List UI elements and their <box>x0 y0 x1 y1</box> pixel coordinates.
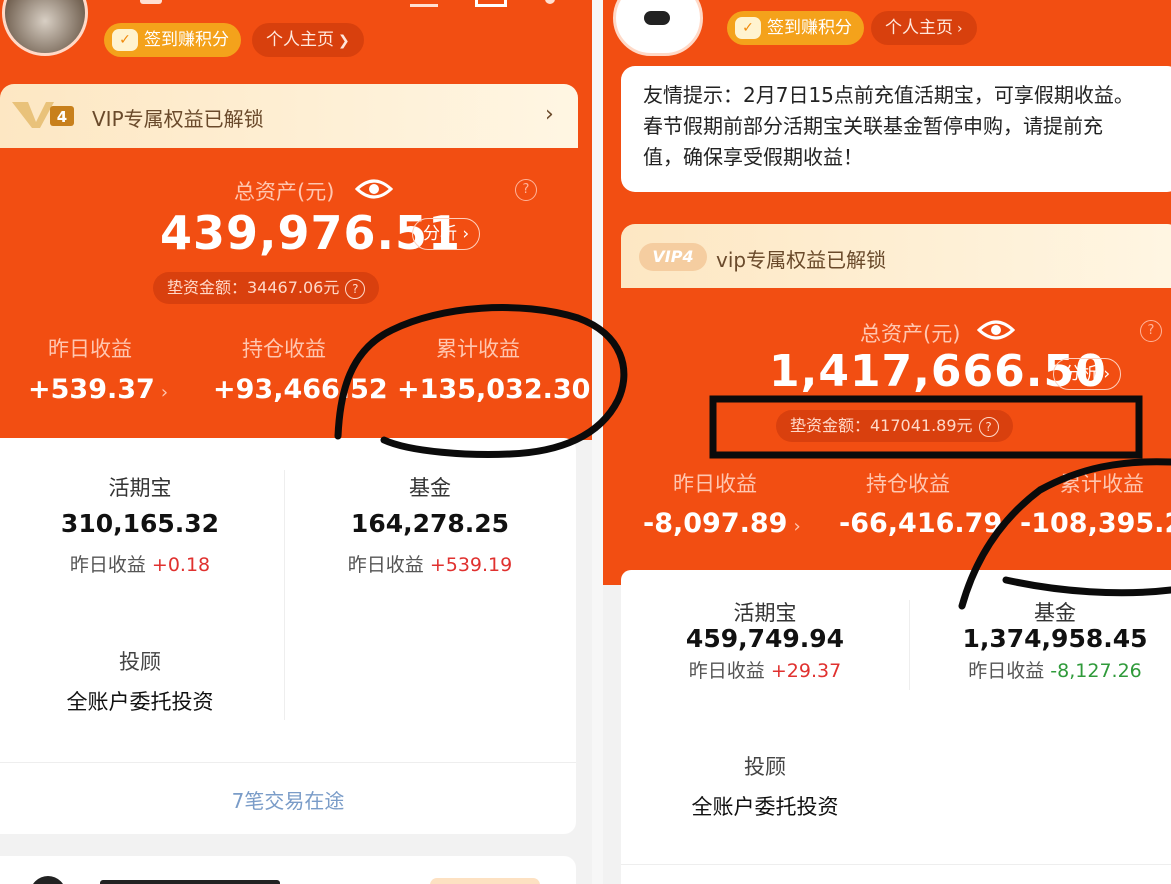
stat-cumulative[interactable]: -108,395.24 <box>1020 508 1171 539</box>
pad-amount-label: 垫资金额：34467.06元 <box>167 278 340 297</box>
yesterday-value: -8,127.26 <box>1050 660 1142 682</box>
stat-label-holding: 持仓收益 <box>866 472 950 496</box>
analyze-label: 分析 <box>423 224 457 244</box>
yesterday-label: 昨日收益 <box>968 660 1045 682</box>
total-assets-label: 总资产(元) <box>860 322 961 346</box>
advisor-title: 投顾 <box>119 650 161 674</box>
huoqibao-yesterday: 昨日收益 +29.37 <box>665 656 865 683</box>
profile-button[interactable]: 个人主页 ❯ <box>252 23 364 57</box>
message-icon[interactable] <box>410 0 438 7</box>
eye-icon[interactable] <box>355 176 393 202</box>
coupon-icon: ✓ <box>112 29 138 51</box>
stat-holding[interactable]: +93,466.52 <box>213 374 388 405</box>
eye-icon[interactable] <box>977 317 1015 343</box>
notice-card: 友情提示：2月7日15点前充值活期宝，可享假期收益。 春节假期前部分活期宝关联基… <box>621 66 1171 192</box>
pad-amount-pill[interactable]: 垫资金额：34467.06元? <box>153 272 380 304</box>
divider <box>909 600 910 690</box>
avatar-face <box>644 11 670 25</box>
stat-value: +539.37 <box>28 374 155 405</box>
vip-text: vip专属权益已解锁 <box>716 248 887 272</box>
vip-badge-icon: 4 <box>10 100 74 130</box>
fund-yesterday: 昨日收益 -8,127.26 <box>945 656 1165 683</box>
notice-line: 值，确保享受假期收益！ <box>643 145 863 169</box>
stat-value: -8,097.89 <box>643 508 788 539</box>
coupon-icon: ✓ <box>735 17 761 39</box>
chevron-right-icon: ❯ <box>338 33 350 49</box>
analyze-button[interactable]: 分析 › <box>412 218 481 250</box>
help-icon[interactable]: ? <box>1140 320 1162 342</box>
header-icon[interactable] <box>140 0 162 4</box>
yesterday-value: +0.18 <box>151 554 211 576</box>
fund-title: 基金 <box>409 476 451 500</box>
advisor-title: 投顾 <box>744 755 786 779</box>
stat-yesterday[interactable]: +539.37 › <box>28 374 168 405</box>
yesterday-value: +29.37 <box>770 660 842 682</box>
yesterday-label: 昨日收益 <box>69 554 146 576</box>
huoqibao-value[interactable]: 459,749.94 <box>665 624 865 653</box>
left-screenshot: ✓ 签到赚积分 个人主页 ❯ 4 VIP专属权益已解锁 › 总资产(元) ? 43… <box>0 0 592 884</box>
total-assets-label: 总资产(元) <box>234 180 335 204</box>
profile-label: 个人主页 <box>885 18 953 38</box>
profile-button[interactable]: 个人主页 › <box>871 11 977 45</box>
stat-yesterday[interactable]: -8,097.89 › <box>643 508 801 539</box>
next-card-title <box>100 880 280 884</box>
transit-link[interactable]: 7笔交易在途 <box>0 785 576 814</box>
screenshot-divider <box>592 0 603 884</box>
divider <box>0 762 576 763</box>
svg-text:4: 4 <box>57 108 67 126</box>
stat-label-yesterday: 昨日收益 <box>48 337 132 361</box>
pad-amount-pill[interactable]: 垫资金额：417041.89元? <box>776 410 1013 442</box>
analyze-button[interactable]: 分析 › <box>1053 358 1122 390</box>
huoqibao-title: 活期宝 <box>733 601 797 625</box>
chevron-right-icon: › <box>545 102 554 127</box>
stat-label-holding: 持仓收益 <box>242 337 326 361</box>
fund-title: 基金 <box>1034 601 1076 625</box>
huoqibao-title: 活期宝 <box>108 476 172 500</box>
scan-icon[interactable] <box>475 0 507 7</box>
chevron-right-icon: › <box>793 516 801 537</box>
vip-text: VIP专属权益已解锁 <box>92 107 264 131</box>
huoqibao-yesterday: 昨日收益 +0.18 <box>40 550 240 577</box>
vip-banner[interactable] <box>0 84 578 148</box>
chevron-right-icon: › <box>957 21 963 37</box>
help-icon: ? <box>345 278 366 299</box>
vip-badge: VIP4 <box>639 243 707 271</box>
yesterday-value: +539.19 <box>429 554 513 576</box>
checkin-label: 签到赚积分 <box>767 18 852 38</box>
yesterday-label: 昨日收益 <box>688 660 765 682</box>
divider <box>284 470 285 720</box>
stat-label-cumulative: 累计收益 <box>1060 472 1144 496</box>
yesterday-label: 昨日收益 <box>347 554 424 576</box>
pad-amount-label: 垫资金额：417041.89元 <box>790 416 973 435</box>
stat-label-yesterday: 昨日收益 <box>673 472 757 496</box>
fund-value[interactable]: 1,374,958.45 <box>955 624 1155 653</box>
help-icon[interactable]: ? <box>515 179 537 201</box>
chevron-right-icon: › <box>160 382 169 403</box>
notice-line: 春节假期前部分活期宝关联基金暂停申购，请提前充 <box>643 114 1103 138</box>
checkin-label: 签到赚积分 <box>144 30 229 50</box>
notice-line: 友情提示：2月7日15点前充值活期宝，可享假期收益。 <box>643 83 1134 107</box>
fund-yesterday: 昨日收益 +539.19 <box>330 550 530 577</box>
divider <box>621 864 1171 865</box>
next-card-tag <box>430 878 540 884</box>
huoqibao-value[interactable]: 310,165.32 <box>40 509 240 538</box>
stat-holding[interactable]: -66,416.79 <box>839 508 1002 539</box>
checkin-button[interactable]: ✓ 签到赚积分 <box>104 23 241 57</box>
stat-label-cumulative: 累计收益 <box>436 337 520 361</box>
help-icon: ? <box>978 416 999 437</box>
checkin-button[interactable]: ✓ 签到赚积分 <box>727 11 864 45</box>
stat-value: +135,032.30 <box>397 374 591 405</box>
stat-cumulative[interactable]: +135,032.30› <box>397 374 592 405</box>
analyze-label: 分析 <box>1064 364 1098 384</box>
profile-label: 个人主页 <box>266 30 334 50</box>
advisor-value[interactable]: 全账户委托投资 <box>30 686 250 716</box>
advisor-value[interactable]: 全账户委托投资 <box>655 791 875 821</box>
fund-value[interactable]: 164,278.25 <box>330 509 530 538</box>
right-screenshot: ✓ 签到赚积分 个人主页 › 友情提示：2月7日15点前充值活期宝，可享假期收益。… <box>603 0 1171 884</box>
